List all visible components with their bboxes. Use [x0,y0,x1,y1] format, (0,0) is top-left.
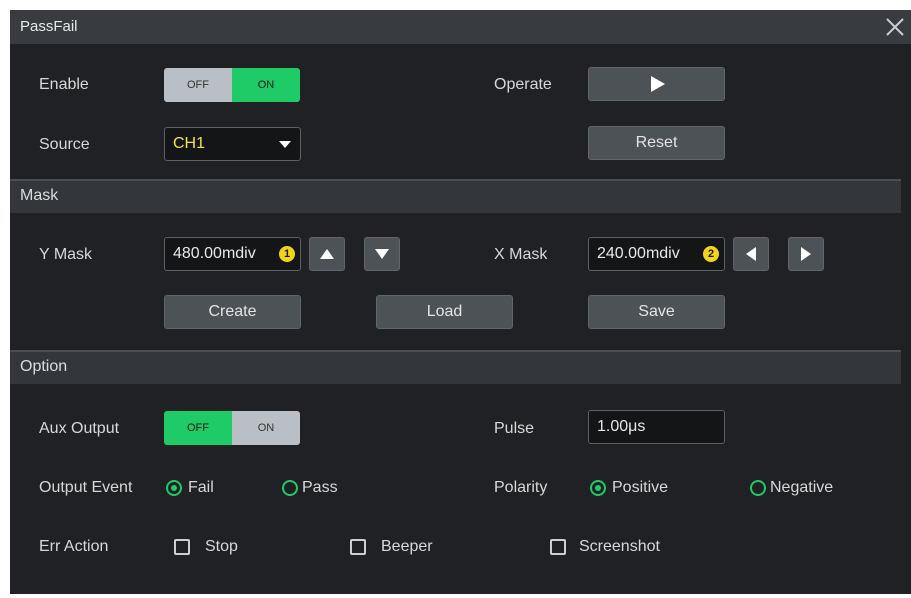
aux-output-toggle[interactable]: OFF ON [164,411,300,445]
err-beeper-checkbox[interactable] [350,539,366,555]
err-action-label: Err Action [39,538,109,555]
enable-off-option[interactable]: OFF [164,68,232,102]
y-mask-down-button[interactable] [364,237,400,271]
output-event-label: Output Event [39,479,133,496]
x-mask-label: X Mask [494,246,548,263]
err-stop-checkbox[interactable] [174,539,190,555]
event-pass-radio[interactable] [282,480,298,496]
save-button[interactable]: Save [588,295,725,329]
reset-button[interactable]: Reset [588,126,725,160]
source-label: Source [39,136,90,153]
aux-on-option[interactable]: ON [232,411,300,445]
event-pass-label[interactable]: Pass [302,479,338,497]
pulse-value: 1.00μs [597,418,646,435]
operate-play-button[interactable] [588,67,725,101]
polarity-negative-radio[interactable] [750,480,766,496]
x-mask-value: 240.00mdiv [597,245,680,262]
x-mask-right-button[interactable] [788,237,824,271]
event-fail-radio[interactable] [166,480,182,496]
aux-off-option[interactable]: OFF [164,411,232,445]
operate-label: Operate [494,76,552,93]
triangle-right-icon [801,247,811,261]
option-section-label: Option [20,358,68,375]
aux-output-label: Aux Output [39,420,120,437]
polarity-negative-label[interactable]: Negative [770,479,833,497]
option-section-header: Option [10,350,901,384]
pulse-input[interactable]: 1.00μs [588,410,725,444]
passfail-dialog: PassFail Enable OFF ON Operate Source CH… [10,10,911,594]
source-value: CH1 [173,135,206,152]
dialog-title: PassFail [20,18,78,35]
err-stop-label[interactable]: Stop [205,538,238,556]
err-screenshot-label[interactable]: Screenshot [579,538,660,556]
event-fail-label[interactable]: Fail [188,479,214,497]
polarity-positive-label[interactable]: Positive [612,479,668,497]
title-bar: PassFail [10,10,911,44]
enable-on-option[interactable]: ON [232,68,300,102]
load-button[interactable]: Load [376,295,513,329]
knob-1-badge-icon: 1 [279,246,295,262]
triangle-down-icon [375,249,389,259]
mask-section-label: Mask [20,187,59,204]
knob-2-badge-icon: 2 [703,246,719,262]
create-button[interactable]: Create [164,295,301,329]
enable-toggle[interactable]: OFF ON [164,68,300,102]
y-mask-input[interactable]: 480.00mdiv 1 [164,237,301,271]
err-beeper-label[interactable]: Beeper [381,538,433,556]
x-mask-left-button[interactable] [733,237,769,271]
close-icon[interactable] [884,16,906,38]
mask-section-header: Mask [10,179,901,213]
y-mask-label: Y Mask [39,246,93,263]
y-mask-up-button[interactable] [309,237,345,271]
source-select[interactable]: CH1 [164,127,301,161]
dropdown-arrow-icon [279,141,291,148]
play-icon [650,76,665,92]
triangle-up-icon [320,249,334,259]
y-mask-value: 480.00mdiv [173,245,256,262]
x-mask-input[interactable]: 240.00mdiv 2 [588,237,725,271]
radio-selected-dot [595,485,601,491]
enable-label: Enable [39,76,89,93]
triangle-left-icon [746,247,756,261]
err-screenshot-checkbox[interactable] [550,539,566,555]
pulse-label: Pulse [494,420,535,437]
radio-selected-dot [171,485,177,491]
polarity-positive-radio[interactable] [590,480,606,496]
polarity-label: Polarity [494,479,548,496]
